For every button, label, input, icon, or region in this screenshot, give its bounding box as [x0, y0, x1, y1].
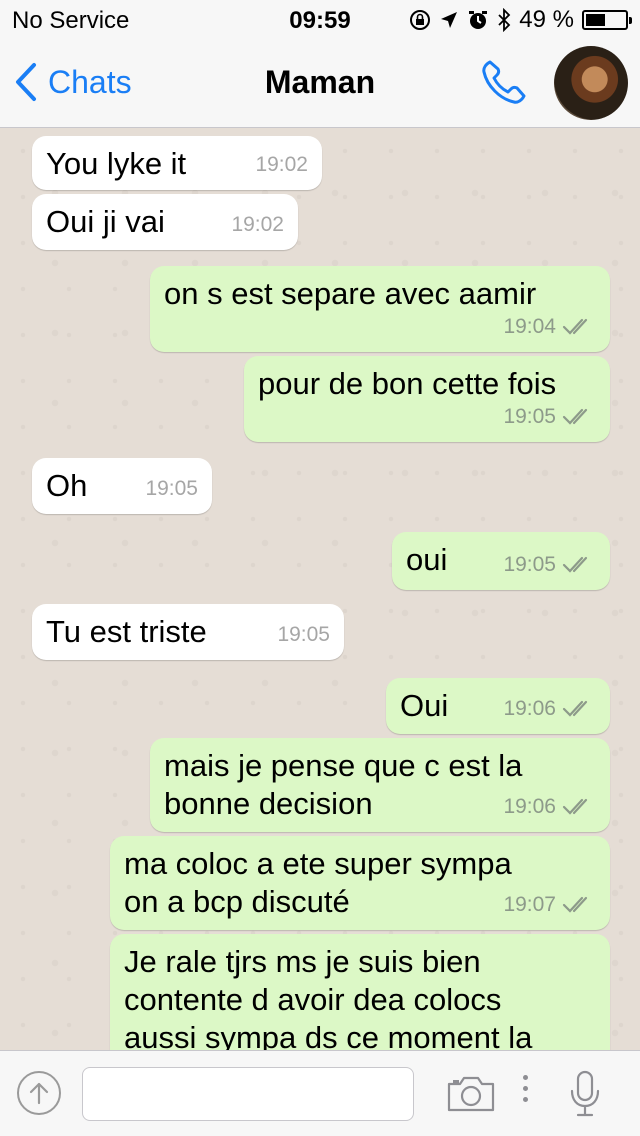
more-dots-icon[interactable]: [522, 1075, 530, 1108]
message-input[interactable]: [82, 1067, 414, 1121]
battery-icon: [582, 10, 632, 30]
message-meta: 19:06: [503, 690, 596, 728]
message-bubble[interactable]: Oui 19:06: [386, 678, 610, 734]
message-meta: 19:05: [145, 470, 198, 508]
message-meta: 19:05: [503, 546, 596, 584]
message-line: You lyke it: [46, 146, 187, 181]
input-bar: [0, 1050, 640, 1136]
message-time: 19:05: [503, 405, 556, 428]
chat-header: Chats Maman: [0, 40, 640, 128]
message-bubble[interactable]: Tu est triste 19:05: [32, 604, 344, 660]
message-line: Oui: [400, 688, 449, 723]
message-meta: 19:07: [503, 886, 596, 924]
message-time: 19:07: [503, 893, 556, 916]
message-bubble[interactable]: on s est separe avec aamir 19:04: [150, 266, 610, 352]
message-time: 19:02: [231, 213, 284, 236]
message-time: 19:05: [277, 623, 330, 646]
double-check-icon: [562, 798, 588, 815]
message-text: on s est separe avec aamir: [164, 275, 536, 313]
message-line: mais je pense que c est la: [164, 748, 523, 783]
message-meta: 19:05: [277, 616, 330, 654]
message-line: bonne decision: [164, 786, 373, 821]
double-check-icon: [562, 896, 588, 913]
contact-name[interactable]: Maman: [0, 64, 640, 101]
message-line: ma coloc a ete super sympa: [124, 846, 512, 881]
status-icons: 49 %: [409, 6, 632, 34]
double-check-icon: [562, 408, 588, 425]
microphone-icon[interactable]: [568, 1069, 602, 1119]
message-time: 19:02: [255, 153, 308, 176]
message-bubble[interactable]: oui 19:05: [392, 532, 610, 590]
message-bubble[interactable]: Oui ji vai 19:02: [32, 194, 298, 250]
message-line: Oh: [46, 468, 88, 503]
message-line: oui: [406, 542, 448, 577]
location-arrow-icon: [441, 12, 458, 28]
upload-arrow-icon: [29, 1082, 49, 1105]
message-line: on s est separe avec aamir: [164, 276, 537, 311]
battery-fill: [586, 14, 605, 26]
message-text: Oui ji vai: [46, 203, 165, 241]
message-text: oui: [406, 541, 447, 579]
message-meta: 19:02: [255, 146, 308, 184]
message-line: contente d avoir dea colocs: [124, 982, 502, 1017]
camera-icon[interactable]: [446, 1075, 496, 1113]
phone-icon[interactable]: [478, 58, 528, 108]
double-check-icon: [562, 556, 588, 573]
message-text: ma coloc a ete super sympa on a bcp discu…: [124, 845, 512, 921]
bluetooth-icon: [498, 8, 511, 32]
message-meta: 19:06: [503, 788, 596, 826]
message-time: 19:06: [503, 795, 556, 818]
double-check-icon: [562, 318, 588, 335]
alarm-icon: [469, 11, 488, 29]
message-bubble[interactable]: Je rale tjrs ms je suis bien contente d a…: [110, 934, 610, 1050]
message-bubble[interactable]: You lyke it 19:02: [32, 136, 322, 190]
message-text: You lyke it: [46, 145, 186, 183]
message-time: 19:05: [145, 477, 198, 500]
message-text: Oui: [400, 687, 448, 725]
message-line: on a bcp discuté: [124, 884, 350, 919]
message-meta: 19:05: [503, 398, 596, 436]
orientation-lock-icon: [410, 10, 431, 30]
message-time: 19:05: [503, 553, 556, 576]
double-check-icon: [562, 700, 588, 717]
message-line: Oui ji vai: [46, 204, 165, 239]
message-line: Je rale tjrs ms je suis bien: [124, 944, 481, 979]
message-text: Je rale tjrs ms je suis bien contente d a…: [124, 943, 532, 1050]
message-text: Oh: [46, 467, 87, 505]
attach-button[interactable]: [17, 1071, 61, 1115]
message-text: mais je pense que c est la bonne decision: [164, 747, 522, 823]
message-bubble[interactable]: pour de bon cette fois 19:05: [244, 356, 610, 442]
message-meta: 19:04: [503, 308, 596, 346]
avatar[interactable]: [554, 46, 628, 120]
battery-percent: 49 %: [519, 6, 574, 33]
message-list[interactable]: You lyke it 19:02 Oui ji vai 19:02 on s est …: [0, 128, 640, 1050]
message-text: Tu est triste: [46, 613, 207, 651]
message-bubble[interactable]: Oh 19:05: [32, 458, 212, 514]
message-line: Tu est triste: [46, 614, 207, 649]
battery-tip: [629, 17, 632, 24]
message-bubble[interactable]: ma coloc a ete super sympa on a bcp discu…: [110, 836, 610, 930]
message-time: 19:06: [503, 697, 556, 720]
status-bar: No Service 09:59 49 %: [0, 0, 640, 40]
message-time: 19:04: [503, 315, 556, 338]
message-bubble[interactable]: mais je pense que c est la bonne decision…: [150, 738, 610, 832]
message-meta: 19:02: [231, 206, 284, 244]
message-line: aussi sympa ds ce moment la: [124, 1020, 533, 1050]
